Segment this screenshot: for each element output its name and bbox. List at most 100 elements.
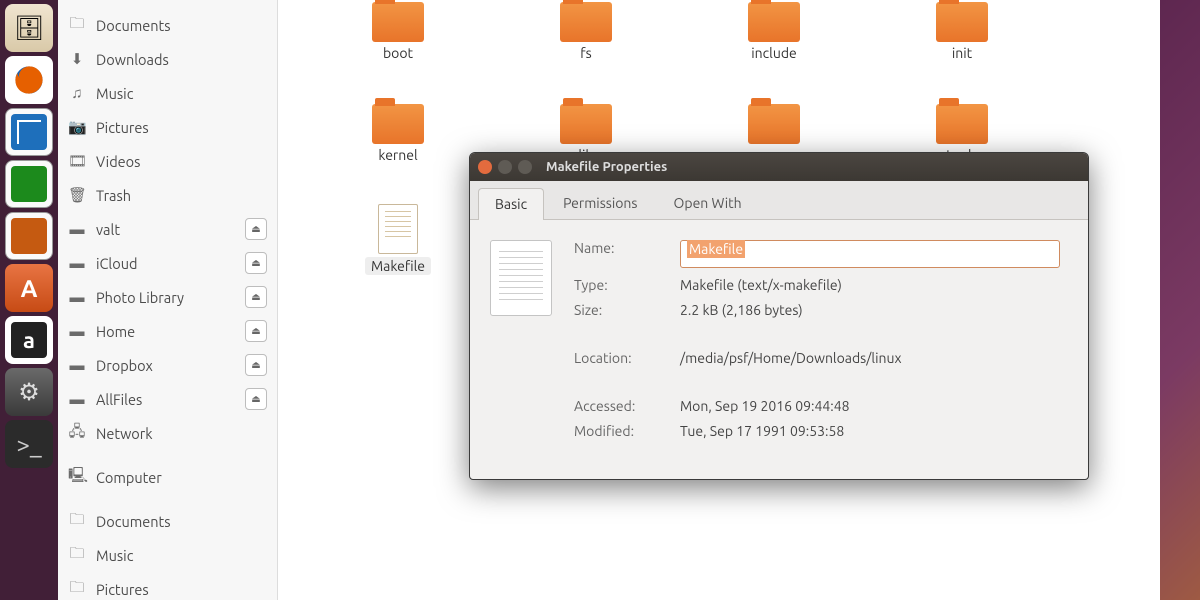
sidebar-bookmark-pictures[interactable]: 🗀 Pictures xyxy=(58,572,277,600)
drive-icon: ▬ xyxy=(68,322,86,340)
folder-icon: 🗀 xyxy=(68,543,86,568)
sidebar-label: valt xyxy=(96,221,120,238)
folder-init[interactable]: init xyxy=(872,0,1052,94)
eject-button[interactable]: ⏏ xyxy=(245,286,267,308)
eject-button[interactable]: ⏏ xyxy=(245,388,267,410)
sidebar-label: Videos xyxy=(96,153,140,170)
launcher-calc-icon[interactable] xyxy=(5,160,53,208)
sidebar-label: Pictures xyxy=(96,581,149,598)
sidebar-label: Downloads xyxy=(96,51,169,68)
drive-icon: ▬ xyxy=(68,288,86,306)
sidebar-label: Photo Library xyxy=(96,289,184,306)
folder-label: boot xyxy=(383,45,413,61)
sidebar-label: Computer xyxy=(96,469,162,486)
launcher-software-icon[interactable]: A xyxy=(5,264,53,312)
launcher-files-icon[interactable]: 🗄 xyxy=(5,4,53,52)
file-icon xyxy=(378,204,418,254)
eject-button[interactable]: ⏏ xyxy=(245,218,267,240)
sidebar-label: Music xyxy=(96,85,133,102)
sidebar-item-valt[interactable]: ▬ valt ⏏ xyxy=(58,212,277,246)
folder-kernel[interactable]: kernel xyxy=(308,102,488,196)
launcher-terminal-icon[interactable]: >_ xyxy=(5,420,53,468)
places-sidebar: 🗀 Documents ⬇ Downloads ♫Music 📷Pictures 🎞… xyxy=(58,0,278,600)
sidebar-item-allfiles[interactable]: ▬ AllFiles ⏏ xyxy=(58,382,277,416)
sidebar-item-music[interactable]: ♫Music xyxy=(58,76,277,110)
sidebar-item-trash[interactable]: 🗑Trash xyxy=(58,178,277,212)
computer-icon: 🖳 xyxy=(68,465,86,490)
drive-icon: ▬ xyxy=(68,254,86,272)
name-input[interactable]: Makefile xyxy=(680,240,1060,268)
launcher-writer-icon[interactable] xyxy=(5,108,53,156)
label-location: Location: xyxy=(574,350,666,366)
value-accessed: Mon, Sep 19 2016 09:44:48 xyxy=(680,398,1068,414)
sidebar-label: Trash xyxy=(96,187,131,204)
sidebar-item-computer[interactable]: 🖳 Computer xyxy=(58,460,277,494)
tab-permissions[interactable]: Permissions xyxy=(546,187,654,219)
name-input-value: Makefile xyxy=(687,240,745,258)
sidebar-item-home-drive[interactable]: ▬ Home ⏏ xyxy=(58,314,277,348)
launcher-settings-icon[interactable]: ⚙ xyxy=(5,368,53,416)
sidebar-bookmark-documents[interactable]: 🗀 Documents xyxy=(58,504,277,538)
tab-open-with[interactable]: Open With xyxy=(657,187,759,219)
sidebar-label: AllFiles xyxy=(96,391,142,408)
folder-icon xyxy=(560,2,612,42)
value-location: /media/psf/Home/Downloads/linux xyxy=(680,350,1068,366)
sidebar-item-pictures[interactable]: 📷Pictures xyxy=(58,110,277,144)
window-maximize-button[interactable] xyxy=(518,160,532,174)
folder-icon xyxy=(372,104,424,144)
folder-include[interactable]: include xyxy=(684,0,864,94)
drive-icon: ▬ xyxy=(68,356,86,374)
network-icon: 🖧 xyxy=(68,421,86,446)
folder-icon xyxy=(748,2,800,42)
label-size: Size: xyxy=(574,302,666,318)
folder-label: include xyxy=(751,45,797,61)
drive-icon: ▬ xyxy=(68,390,86,408)
folder-label: init xyxy=(952,45,972,61)
launcher-amazon-icon[interactable]: a xyxy=(5,316,53,364)
folder-icon: 🗀 xyxy=(68,13,86,38)
value-modified: Tue, Sep 17 1991 09:53:58 xyxy=(680,423,1068,439)
sidebar-bookmark-music[interactable]: 🗀Music xyxy=(58,538,277,572)
sidebar-label: Documents xyxy=(96,513,171,530)
launcher-impress-icon[interactable] xyxy=(5,212,53,260)
file-makefile[interactable]: Makefile xyxy=(308,204,488,298)
eject-button[interactable]: ⏏ xyxy=(245,354,267,376)
unity-launcher: 🗄 A a ⚙ >_ xyxy=(0,0,58,600)
eject-button[interactable]: ⏏ xyxy=(245,252,267,274)
label-name: Name: xyxy=(574,240,666,268)
label-modified: Modified: xyxy=(574,423,666,439)
sidebar-label: Network xyxy=(96,425,153,442)
folder-icon: 🗀 xyxy=(68,509,86,534)
window-minimize-button[interactable] xyxy=(498,160,512,174)
folder-icon: 🗀 xyxy=(68,577,86,600)
label-accessed: Accessed: xyxy=(574,398,666,414)
sidebar-item-icloud[interactable]: ▬ iCloud ⏏ xyxy=(58,246,277,280)
drive-icon: ▬ xyxy=(68,220,86,238)
folder-boot[interactable]: boot xyxy=(308,0,488,94)
window-close-button[interactable] xyxy=(478,160,492,174)
folder-icon xyxy=(748,104,800,144)
sidebar-item-videos[interactable]: 🎞Videos xyxy=(58,144,277,178)
eject-button[interactable]: ⏏ xyxy=(245,320,267,342)
launcher-firefox-icon[interactable] xyxy=(5,56,53,104)
sidebar-item-downloads[interactable]: ⬇ Downloads xyxy=(58,42,277,76)
sidebar-label: iCloud xyxy=(96,255,137,272)
file-thumbnail-icon xyxy=(490,240,552,316)
folder-label: kernel xyxy=(378,147,417,163)
sidebar-item-dropbox[interactable]: ▬Dropbox⏏ xyxy=(58,348,277,382)
label-type: Type: xyxy=(574,277,666,293)
dialog-titlebar[interactable]: Makefile Properties xyxy=(470,153,1088,181)
sidebar-label: Documents xyxy=(96,17,171,34)
value-size: 2.2 kB (2,186 bytes) xyxy=(680,302,1068,318)
folder-icon xyxy=(372,2,424,42)
sidebar-label: Home xyxy=(96,323,135,340)
folder-fs[interactable]: fs xyxy=(496,0,676,94)
desktop-wallpaper xyxy=(1160,0,1200,600)
tab-basic[interactable]: Basic xyxy=(478,188,544,220)
sidebar-item-photo-library[interactable]: ▬ Photo Library ⏏ xyxy=(58,280,277,314)
download-icon: ⬇ xyxy=(68,50,86,68)
properties-dialog: Makefile Properties Basic Permissions Op… xyxy=(469,152,1089,480)
sidebar-item-documents[interactable]: 🗀 Documents xyxy=(58,8,277,42)
sidebar-item-network[interactable]: 🖧 Network xyxy=(58,416,277,450)
sidebar-label: Pictures xyxy=(96,119,149,136)
